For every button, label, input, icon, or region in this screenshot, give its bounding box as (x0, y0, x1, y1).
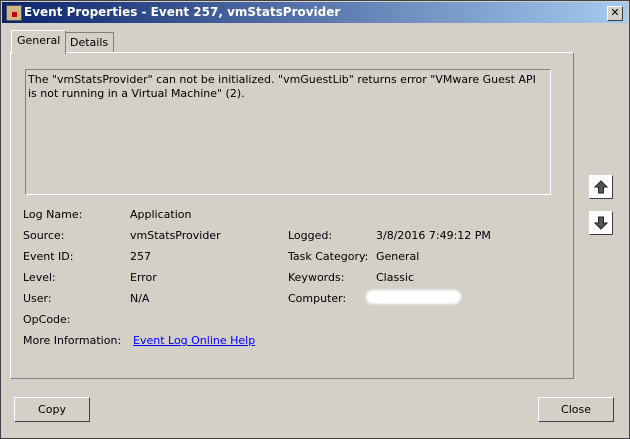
user-value: N/A (130, 292, 150, 305)
user-label: User: (23, 292, 52, 305)
event-id-value: 257 (130, 250, 151, 263)
title-bar: Event Properties - Event 257, vmStatsPro… (2, 2, 628, 23)
level-label: Level: (23, 271, 56, 284)
tab-details[interactable]: Details (64, 32, 115, 53)
event-id-label: Event ID: (23, 250, 74, 263)
event-viewer-icon (6, 5, 22, 21)
computer-label: Computer: (288, 292, 347, 305)
level-value: Error (130, 271, 157, 284)
arrow-down-icon (594, 216, 608, 230)
more-info-label: More Information: (23, 334, 122, 347)
computer-value-redacted (366, 290, 461, 304)
tab-general[interactable]: General (11, 30, 67, 54)
source-value: vmStatsProvider (130, 229, 221, 242)
close-button[interactable]: Close (538, 397, 614, 422)
task-category-value: General (376, 250, 420, 263)
copy-button[interactable]: Copy (14, 397, 90, 422)
next-event-button[interactable] (589, 211, 613, 235)
event-description[interactable]: The "vmStatsProvider" can not be initial… (25, 69, 551, 195)
event-log-online-help-link[interactable]: Event Log Online Help (133, 334, 255, 347)
opcode-label: OpCode: (23, 313, 71, 326)
keywords-label: Keywords: (288, 271, 345, 284)
keywords-value: Classic (376, 271, 415, 284)
arrow-up-icon (594, 180, 608, 194)
window-title: Event Properties - Event 257, vmStatsPro… (24, 5, 341, 19)
logged-value: 3/8/2016 7:49:12 PM (376, 229, 491, 242)
source-label: Source: (23, 229, 65, 242)
log-name-label: Log Name: (23, 208, 83, 221)
task-category-label: Task Category: (288, 250, 369, 263)
log-name-value: Application (130, 208, 192, 221)
close-window-button[interactable]: ✕ (607, 6, 623, 21)
logged-label: Logged: (288, 229, 333, 242)
previous-event-button[interactable] (589, 175, 613, 199)
